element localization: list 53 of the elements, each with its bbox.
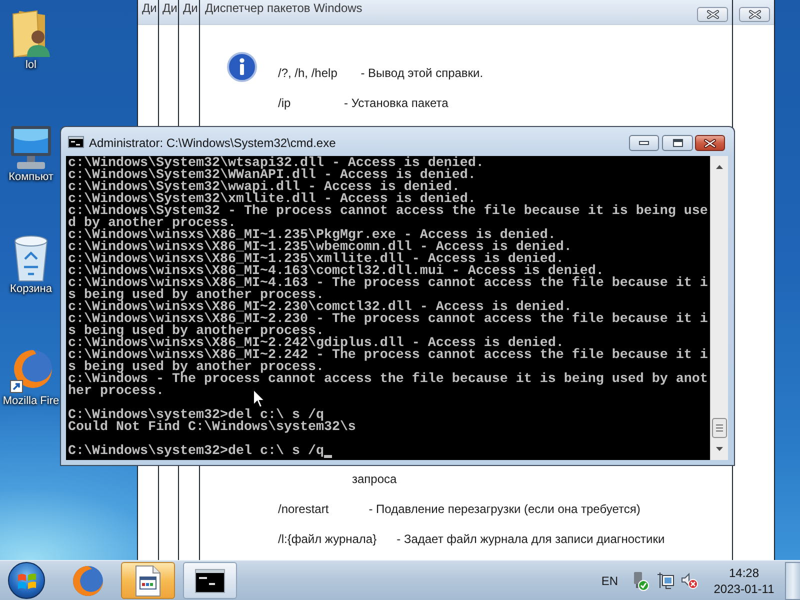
start-button[interactable]	[8, 562, 45, 599]
user-folder-icon[interactable]	[11, 10, 51, 58]
console-line: C:\Windows\system32>del c:\ s /q	[68, 446, 324, 458]
close-button[interactable]	[695, 135, 725, 151]
console-line: c:\Windows\System32 - The process cannot access the file because it is being use	[68, 206, 708, 218]
taskbar-button[interactable]	[183, 562, 237, 599]
help-text: запроса	[352, 471, 397, 488]
window-title: Ди	[162, 0, 178, 16]
icon-label[interactable]: Компьют	[8, 170, 54, 184]
icon-label[interactable]: Mozilla Fire	[2, 394, 60, 408]
window-title: Ди	[142, 0, 157, 16]
document-icon	[135, 564, 161, 596]
console-icon	[68, 136, 84, 148]
maximize-button[interactable]	[662, 135, 693, 151]
console-icon	[195, 568, 225, 592]
computer-icon[interactable]	[9, 124, 53, 170]
help-text: /norestart - Подавление перезагрузки (если она требуется)	[278, 501, 640, 518]
speaker-muted-icon[interactable]	[681, 572, 698, 589]
network-icon[interactable]	[657, 572, 674, 590]
clock-button[interactable]: 14:28 2023-01-11	[712, 564, 776, 596]
scroll-down-arrow-icon[interactable]	[716, 447, 723, 451]
console-line: s being used by another process.	[68, 362, 324, 374]
recycle-bin-icon[interactable]	[12, 234, 50, 282]
scrollbar[interactable]	[710, 156, 728, 460]
window-title: Administrator: C:\Windows\System32\cmd.exe	[89, 135, 336, 151]
scroll-up-arrow-icon[interactable]	[716, 165, 723, 169]
taskbar-button[interactable]	[121, 562, 175, 599]
icon-label[interactable]: lol	[25, 58, 36, 72]
console-line: her process.	[68, 386, 164, 398]
globe-icon	[72, 564, 104, 596]
minimize-icon	[639, 141, 649, 145]
window-title: Ди	[183, 0, 198, 16]
scroll-thumb[interactable]	[712, 418, 727, 438]
close-button[interactable]	[739, 7, 770, 22]
close-icon	[748, 10, 760, 19]
help-text: /l:{файл журнала} - Задает файл журнала для записи диагностики	[278, 531, 665, 548]
help-text: /?, /h, /help - Вывод этой справки.	[278, 65, 484, 82]
maximize-icon	[672, 139, 682, 147]
close-button[interactable]	[697, 7, 728, 22]
minimize-button[interactable]	[629, 135, 659, 151]
info-icon	[227, 52, 257, 82]
language-indicator[interactable]: EN	[601, 574, 618, 588]
window-title: Диспетчер пакетов Windows	[205, 0, 362, 16]
icon-label[interactable]: Корзина	[10, 282, 52, 296]
close-icon	[706, 10, 718, 19]
close-icon	[704, 138, 716, 148]
device-check-icon[interactable]	[632, 570, 649, 590]
show-desktop-button[interactable]	[785, 562, 800, 600]
globe-icon[interactable]	[9, 348, 53, 394]
help-text: /ip - Установка пакета	[278, 95, 448, 112]
flag-icon	[16, 572, 36, 590]
mouse-pointer-icon	[253, 389, 265, 408]
console-line: Could Not Find C:\Windows\system32\s	[68, 422, 356, 434]
